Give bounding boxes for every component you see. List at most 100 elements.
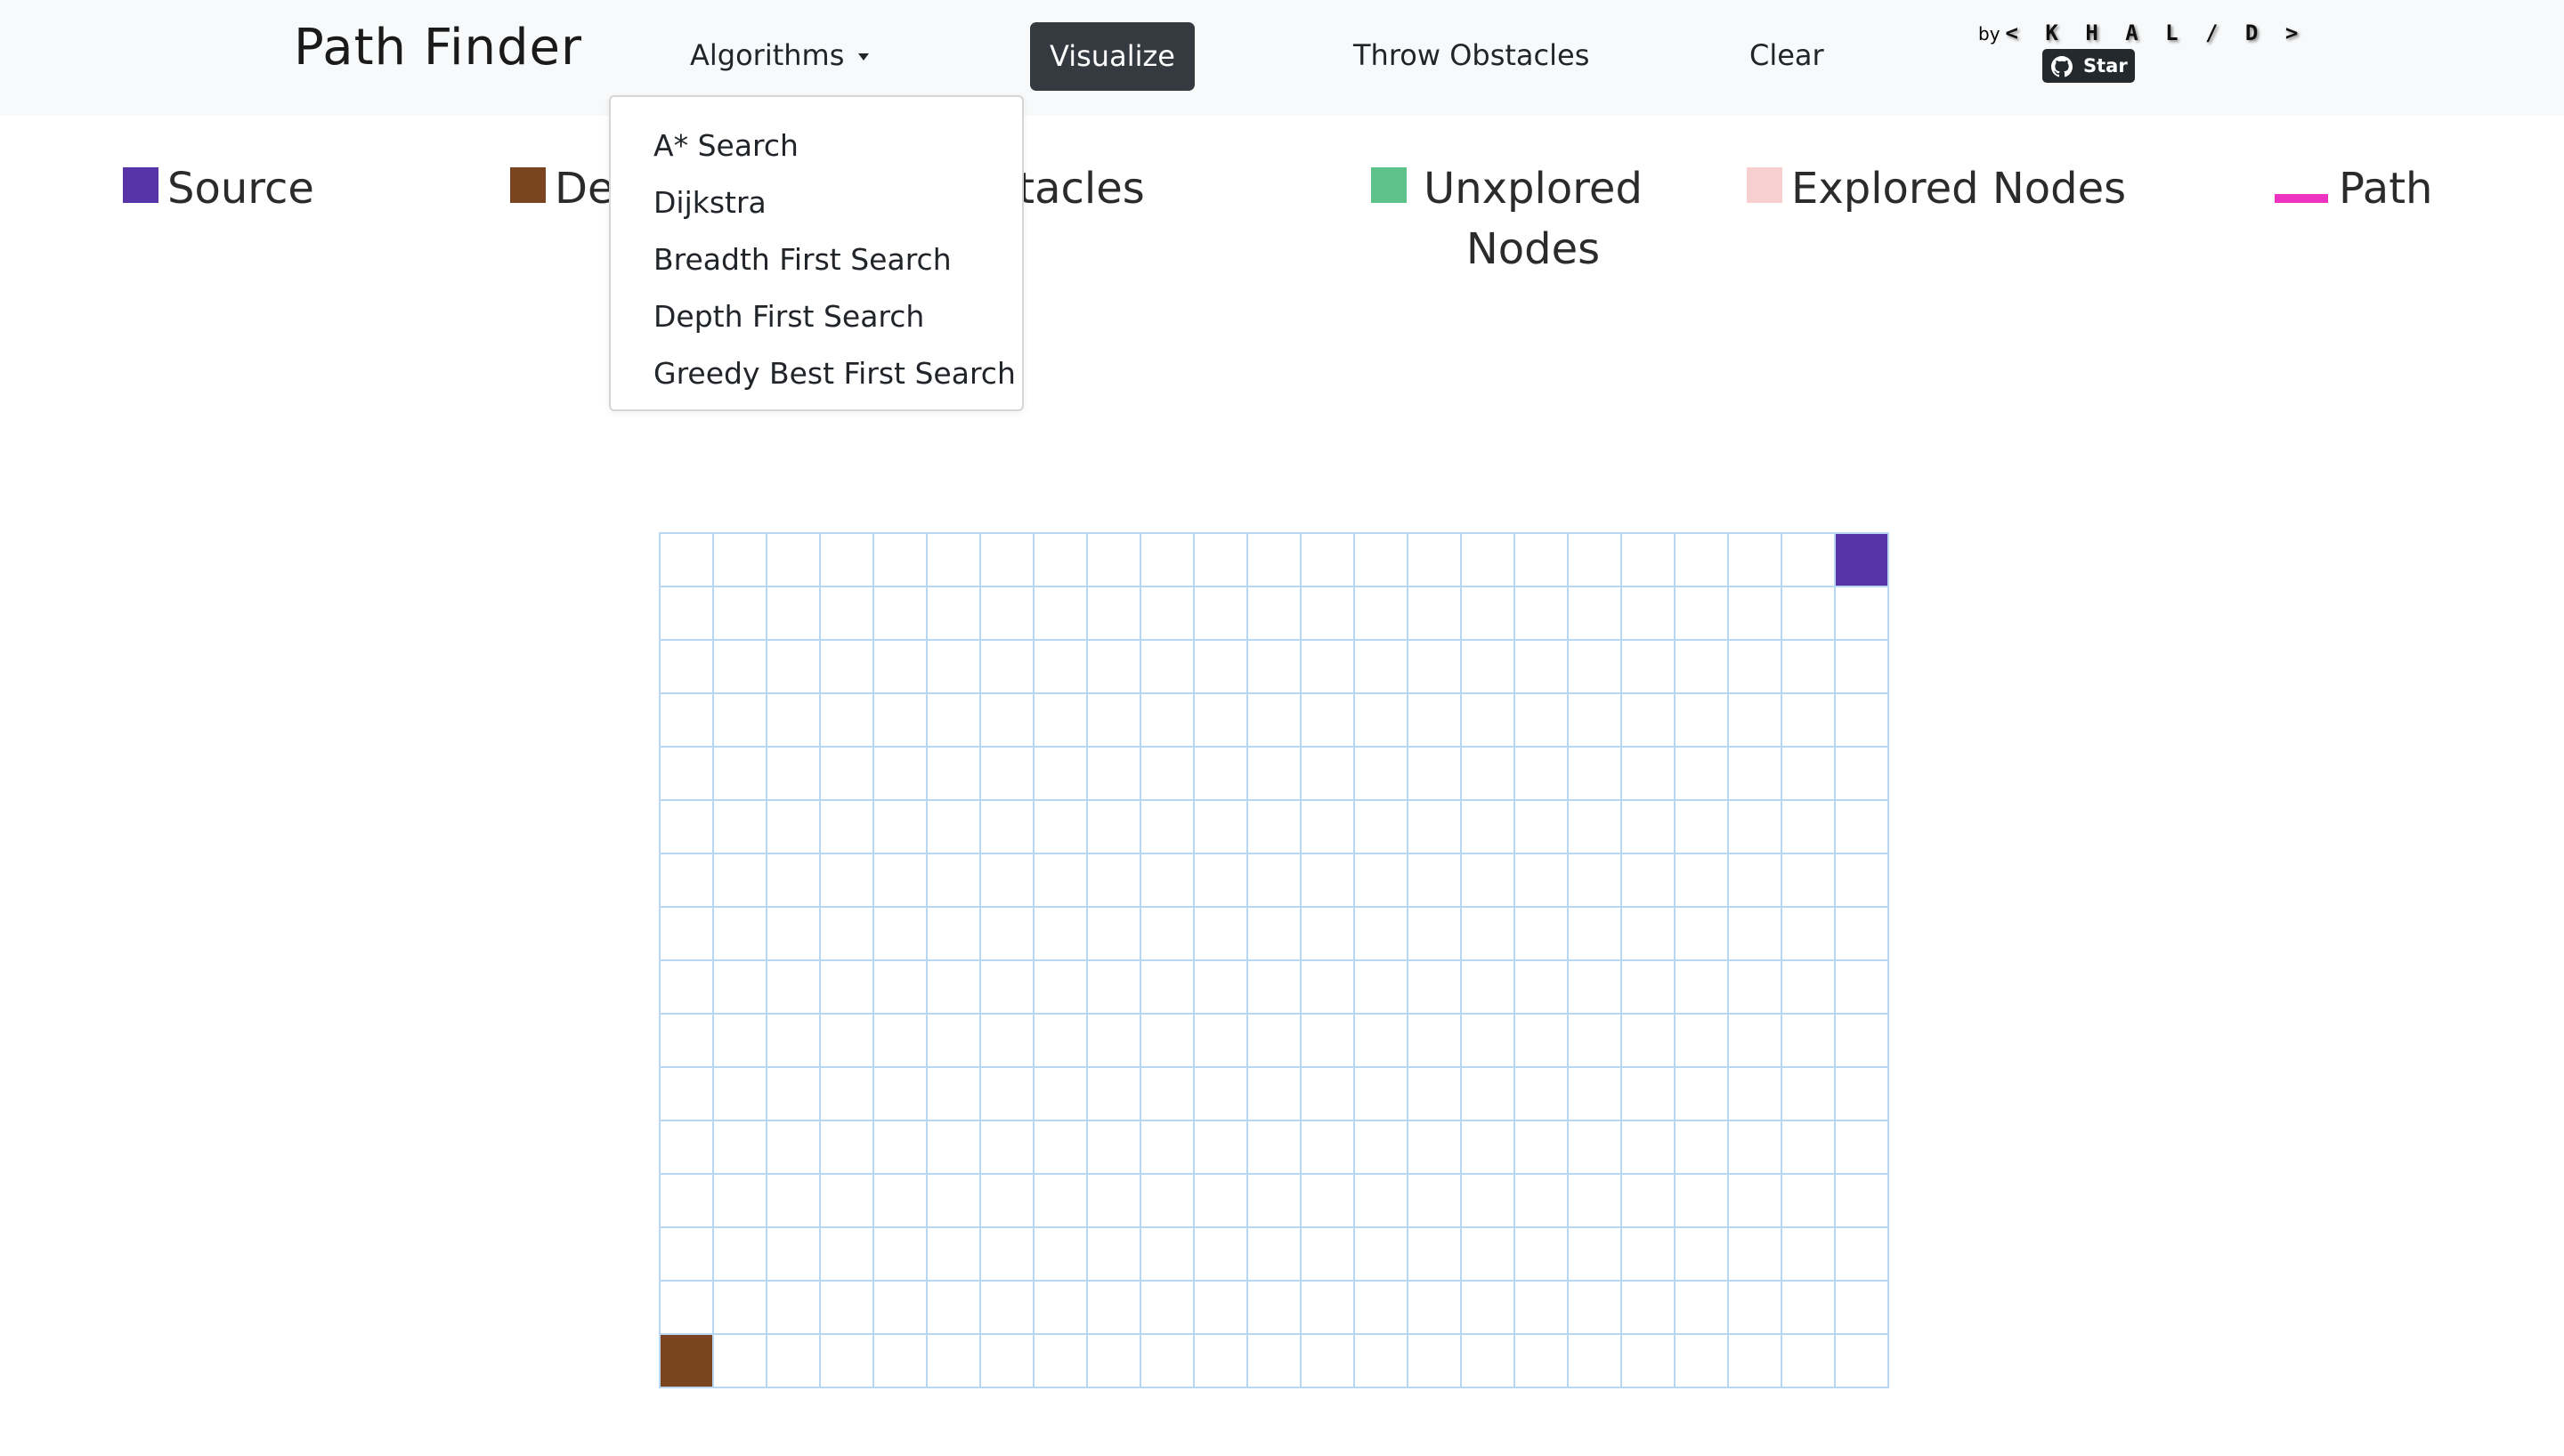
grid-cell[interactable] (1355, 961, 1408, 1015)
grid-cell[interactable] (1088, 694, 1141, 748)
grid-cell[interactable] (1408, 854, 1462, 908)
grid-cell[interactable] (821, 854, 874, 908)
grid-cell[interactable] (1248, 1282, 1302, 1335)
grid-cell[interactable] (1622, 908, 1676, 961)
grid-cell[interactable] (1195, 694, 1248, 748)
grid-cell[interactable] (767, 1282, 821, 1335)
app-title[interactable]: Path Finder (294, 16, 582, 80)
grid-cell[interactable] (1462, 1228, 1515, 1282)
grid-cell[interactable] (1836, 1015, 1889, 1068)
grid-cell[interactable] (1355, 641, 1408, 694)
grid-cell[interactable] (1462, 1335, 1515, 1388)
grid-cell[interactable] (981, 801, 1035, 854)
grid-cell[interactable] (1248, 1015, 1302, 1068)
grid-cell[interactable] (1622, 694, 1676, 748)
grid-cell[interactable] (1035, 641, 1088, 694)
grid-cell[interactable] (661, 1068, 714, 1121)
grid-cell[interactable] (981, 534, 1035, 587)
grid-cell[interactable] (1141, 854, 1195, 908)
grid-cell[interactable] (1141, 1175, 1195, 1228)
grid-cell[interactable] (1622, 1335, 1676, 1388)
grid-cell[interactable] (928, 961, 981, 1015)
grid-cell[interactable] (1569, 1015, 1622, 1068)
grid-cell[interactable] (1141, 1068, 1195, 1121)
grid-cell[interactable] (1355, 854, 1408, 908)
grid-cell[interactable] (1302, 641, 1355, 694)
grid-cell[interactable] (1248, 748, 1302, 801)
grid-cell[interactable] (1782, 694, 1836, 748)
grid-cell[interactable] (1035, 587, 1088, 641)
grid-cell[interactable] (1302, 1068, 1355, 1121)
grid-cell[interactable] (1836, 748, 1889, 801)
grid-cell[interactable] (1462, 1121, 1515, 1175)
grid-cell[interactable] (1302, 1015, 1355, 1068)
grid-cell[interactable] (1462, 534, 1515, 587)
grid-cell[interactable] (1462, 854, 1515, 908)
grid-cell[interactable] (1408, 1175, 1462, 1228)
grid-cell[interactable] (1676, 801, 1729, 854)
grid-cell[interactable] (874, 748, 928, 801)
grid-cell[interactable] (821, 1335, 874, 1388)
grid-cell[interactable] (1515, 748, 1569, 801)
grid-cell[interactable] (821, 1282, 874, 1335)
grid-cell[interactable] (1836, 587, 1889, 641)
grid-cell[interactable] (767, 801, 821, 854)
grid-cell[interactable] (981, 641, 1035, 694)
grid-cell[interactable] (1676, 908, 1729, 961)
grid-cell[interactable] (1035, 1282, 1088, 1335)
grid-cell[interactable] (928, 534, 981, 587)
grid-cell[interactable] (874, 854, 928, 908)
grid-cell[interactable] (1569, 587, 1622, 641)
grid-cell[interactable] (1729, 1121, 1782, 1175)
grid-cell[interactable] (1248, 801, 1302, 854)
grid-cell[interactable] (1729, 908, 1782, 961)
grid-cell[interactable] (1462, 908, 1515, 961)
grid-cell[interactable] (767, 748, 821, 801)
grid-cell[interactable] (1035, 908, 1088, 961)
grid-cell[interactable] (714, 1228, 767, 1282)
grid-cell[interactable] (1782, 1175, 1836, 1228)
grid-cell[interactable] (1782, 801, 1836, 854)
grid-cell[interactable] (1408, 1068, 1462, 1121)
grid-cell[interactable] (1782, 908, 1836, 961)
grid-cell[interactable] (661, 1228, 714, 1282)
grid-cell[interactable] (1515, 854, 1569, 908)
grid-cell[interactable] (1408, 1335, 1462, 1388)
grid-cell[interactable] (928, 1015, 981, 1068)
grid-cell[interactable] (661, 1175, 714, 1228)
grid-cell[interactable] (821, 1015, 874, 1068)
grid-cell[interactable] (1515, 1175, 1569, 1228)
grid-cell[interactable] (1676, 1175, 1729, 1228)
grid-cell[interactable] (661, 641, 714, 694)
clear-button[interactable]: Clear (1749, 27, 1824, 84)
grid-cell[interactable] (661, 854, 714, 908)
grid-cell[interactable] (661, 587, 714, 641)
grid-cell[interactable] (1302, 1228, 1355, 1282)
grid-cell[interactable] (1462, 641, 1515, 694)
grid-cell[interactable] (1836, 1068, 1889, 1121)
grid-cell[interactable] (821, 1121, 874, 1175)
grid-cell[interactable] (1195, 534, 1248, 587)
grid-cell[interactable] (1676, 1228, 1729, 1282)
grid-cell[interactable] (661, 801, 714, 854)
grid-cell[interactable] (928, 1121, 981, 1175)
grid-cell[interactable] (767, 961, 821, 1015)
grid-cell[interactable] (1729, 854, 1782, 908)
grid-cell[interactable] (1836, 1335, 1889, 1388)
grid-cell[interactable] (1408, 908, 1462, 961)
grid-cell[interactable] (1729, 1068, 1782, 1121)
grid-cell[interactable] (1836, 854, 1889, 908)
grid-cell[interactable] (1836, 641, 1889, 694)
author-logo[interactable]: < K H A L / D > (2006, 20, 2306, 45)
grid-cell[interactable] (1248, 1175, 1302, 1228)
grid-cell[interactable] (1729, 1282, 1782, 1335)
grid-cell[interactable] (1141, 1282, 1195, 1335)
grid-cell[interactable] (821, 748, 874, 801)
grid-cell[interactable] (1195, 1335, 1248, 1388)
grid-cell[interactable] (1729, 694, 1782, 748)
grid-cell[interactable] (1141, 587, 1195, 641)
grid-cell[interactable] (1035, 1121, 1088, 1175)
grid-cell[interactable] (1035, 1068, 1088, 1121)
grid-cell[interactable] (1355, 1228, 1408, 1282)
grid-cell[interactable] (1676, 1282, 1729, 1335)
